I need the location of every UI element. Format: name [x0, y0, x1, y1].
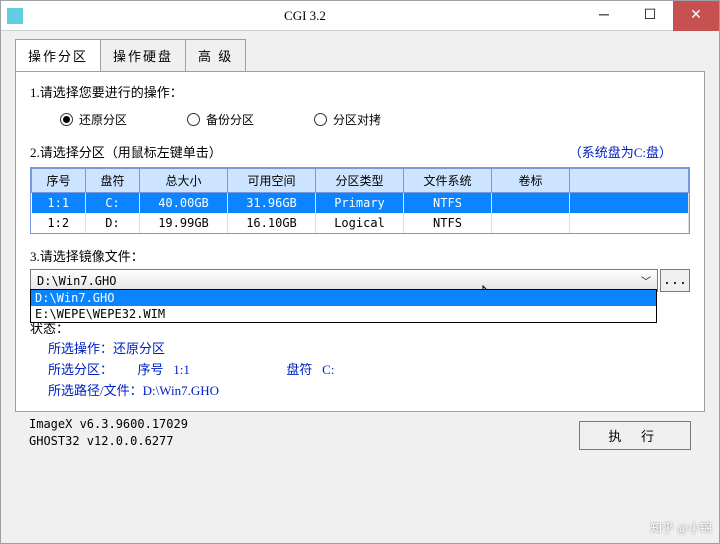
execute-button[interactable]: 执 行 [579, 421, 691, 450]
tab-advanced[interactable]: 高 级 [185, 39, 246, 71]
tab-disk[interactable]: 操作硬盘 [100, 39, 186, 71]
minimize-button[interactable]: ─ [581, 1, 627, 31]
section2-label: 2.请选择分区（用鼠标左键单击） [30, 142, 222, 161]
radio-label: 还原分区 [79, 111, 127, 128]
maximize-button[interactable]: ☐ [627, 1, 673, 31]
imagex-version: ImageX v6.3.9600.17029 [29, 416, 188, 433]
partition-table: 序号 盘符 总大小 可用空间 分区类型 文件系统 卷标 1:1C: [30, 167, 690, 234]
col-drive: 盘符 [86, 169, 140, 193]
chevron-down-icon: ﹀ [641, 273, 651, 288]
radio-icon [60, 113, 73, 126]
window-title: CGI 3.2 [29, 8, 581, 24]
status-op-label: 所选操作： [48, 341, 113, 356]
table-row[interactable]: 1:2D: 19.99GB16.10GB LogicalNTFS [32, 213, 689, 233]
status-path-value: D:\Win7.GHO [143, 383, 219, 398]
radio-restore[interactable]: 还原分区 [60, 111, 127, 128]
tab-partition[interactable]: 操作分区 [15, 39, 101, 71]
radio-backup[interactable]: 备份分区 [187, 111, 254, 128]
dropdown-item[interactable]: D:\Win7.GHO [31, 290, 656, 306]
app-icon [7, 8, 23, 24]
tab-bar: 操作分区 操作硬盘 高 级 [15, 39, 705, 71]
status-op-value: 还原分区 [113, 341, 165, 356]
status-drv-value: C: [322, 360, 334, 381]
radio-label: 备份分区 [206, 111, 254, 128]
col-label: 卷标 [492, 169, 570, 193]
version-info: ImageX v6.3.9600.17029 GHOST32 v12.0.0.6… [29, 416, 188, 450]
status-seq-value: 1:1 [173, 360, 190, 381]
section1-label: 1.请选择您要进行的操作： [30, 82, 690, 101]
section3-label: 3.请选择镜像文件： [30, 246, 690, 265]
system-drive-hint: （系统盘为C:盘） [569, 142, 672, 161]
operation-radio-group: 还原分区 备份分区 分区对拷 [30, 111, 690, 136]
table-header-row: 序号 盘符 总大小 可用空间 分区类型 文件系统 卷标 [32, 169, 689, 193]
col-ptype: 分区类型 [316, 169, 404, 193]
dropdown-item[interactable]: E:\WEPE\WEPE32.WIM [31, 306, 656, 322]
watermark: 知乎 @小锦 [650, 519, 712, 536]
radio-copy[interactable]: 分区对拷 [314, 111, 381, 128]
col-seq: 序号 [32, 169, 86, 193]
combo-value: D:\Win7.GHO [37, 274, 116, 288]
status-seq-label: 序号 [138, 360, 164, 381]
status-part-label: 所选分区： [48, 360, 113, 381]
status-path-label: 所选路径/文件： [48, 383, 143, 398]
radio-icon [187, 113, 200, 126]
col-free: 可用空间 [228, 169, 316, 193]
combo-dropdown: D:\Win7.GHO E:\WEPE\WEPE32.WIM [30, 289, 657, 323]
close-button[interactable]: ✕ [673, 1, 719, 31]
radio-icon [314, 113, 327, 126]
col-fs: 文件系统 [404, 169, 492, 193]
col-total: 总大小 [140, 169, 228, 193]
titlebar: CGI 3.2 ─ ☐ ✕ [1, 1, 719, 31]
browse-button[interactable]: ... [660, 269, 690, 292]
radio-label: 分区对拷 [333, 111, 381, 128]
ghost-version: GHOST32 v12.0.0.6277 [29, 433, 188, 450]
status-panel: 所选操作：还原分区 所选分区： 序号 1:1 盘符 C: 所选路径/文件：D:\… [30, 339, 690, 401]
status-drv-label: 盘符 [286, 360, 312, 381]
app-window: CGI 3.2 ─ ☐ ✕ 操作分区 操作硬盘 高 级 1.请选择您要进行的操作… [0, 0, 720, 544]
col-blank [570, 169, 689, 193]
content-panel: 1.请选择您要进行的操作： 还原分区 备份分区 分区对拷 2.请选择分区（用鼠标… [15, 71, 705, 412]
table-row[interactable]: 1:1C: 40.00GB31.96GB PrimaryNTFS [32, 193, 689, 214]
